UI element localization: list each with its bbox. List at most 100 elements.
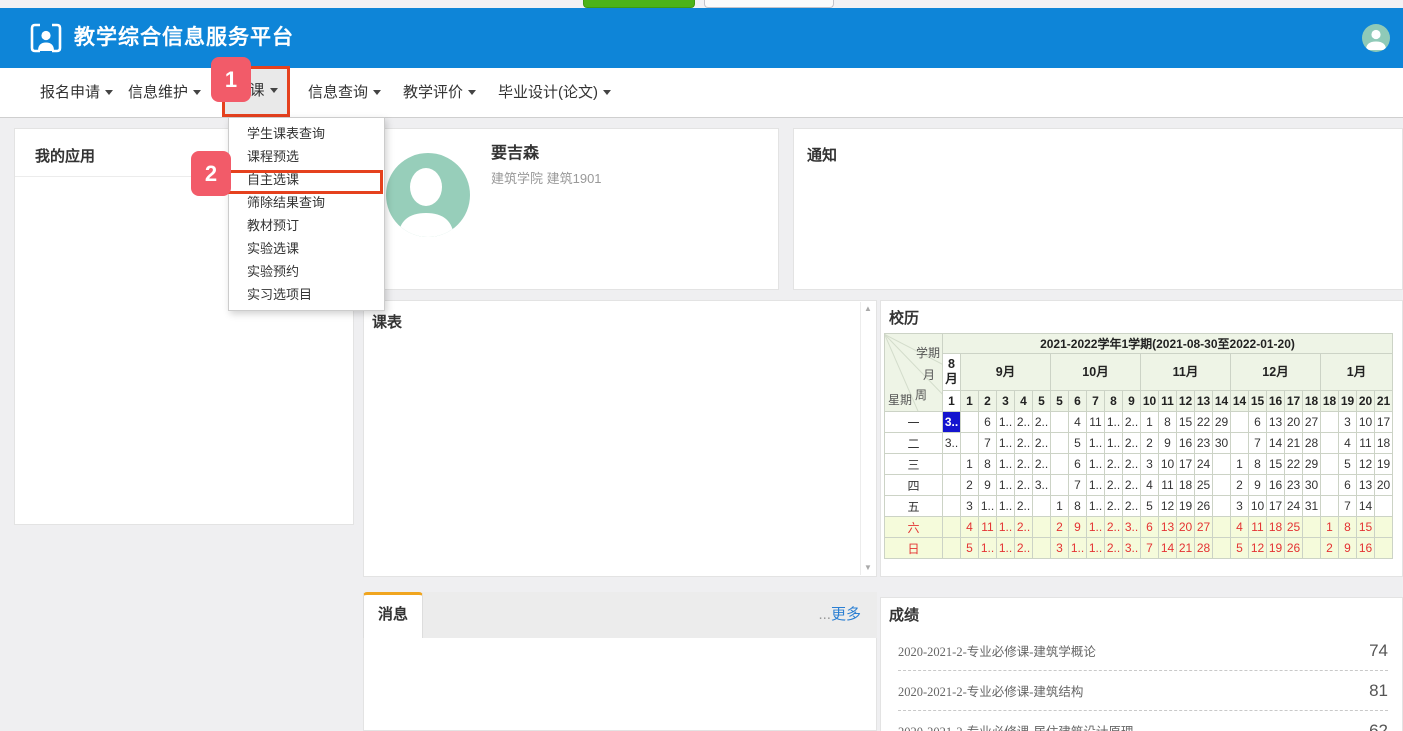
calendar-date-cell[interactable]: 15 [1177,412,1195,433]
calendar-date-cell[interactable]: 2 [1051,517,1069,538]
calendar-date-cell[interactable]: 2.. [1015,454,1033,475]
calendar-date-cell[interactable]: 2.. [1123,496,1141,517]
calendar-date-cell[interactable] [1051,454,1069,475]
dropdown-item[interactable]: 实验预约 [229,260,384,283]
calendar-date-cell[interactable]: 16 [1267,475,1285,496]
calendar-date-cell[interactable]: 17 [1267,496,1285,517]
calendar-date-cell[interactable]: 2.. [1123,475,1141,496]
calendar-date-cell[interactable]: 23 [1285,475,1303,496]
calendar-date-cell[interactable]: 11 [1249,517,1267,538]
calendar-date-cell[interactable]: 7 [1339,496,1357,517]
calendar-week-cell[interactable]: 5 [1051,391,1069,412]
user-avatar[interactable] [1362,24,1390,52]
calendar-week-cell[interactable]: 20 [1357,391,1375,412]
calendar-date-cell[interactable]: 9 [1249,475,1267,496]
calendar-week-cell[interactable]: 19 [1339,391,1357,412]
calendar-date-cell[interactable]: 13 [1357,475,1375,496]
calendar-date-cell[interactable] [1051,412,1069,433]
calendar-date-cell[interactable]: 23 [1195,433,1213,454]
nav-item-grad-design[interactable]: 毕业设计(论文) [498,68,611,117]
calendar-week-cell[interactable]: 3 [997,391,1015,412]
calendar-date-cell[interactable]: 9 [1069,517,1087,538]
calendar-date-cell[interactable]: 2.. [1123,433,1141,454]
calendar-date-cell[interactable]: 1.. [1087,454,1105,475]
calendar-date-cell[interactable]: 2.. [1015,496,1033,517]
dropdown-item[interactable]: 实习选项目 [229,283,384,306]
calendar-date-cell[interactable]: 25 [1285,517,1303,538]
calendar-date-cell[interactable] [1303,538,1321,559]
grade-row[interactable]: 2020-2021-2-专业必修课-建筑学概论 74 [898,631,1388,671]
calendar-date-cell[interactable]: 1.. [979,538,997,559]
calendar-date-cell[interactable]: 2.. [1033,433,1051,454]
calendar-date-cell[interactable]: 8 [1249,454,1267,475]
calendar-date-cell[interactable]: 22 [1195,412,1213,433]
calendar-date-cell[interactable]: 2.. [1123,412,1141,433]
calendar-week-cell[interactable]: 2 [979,391,997,412]
calendar-week-cell[interactable]: 6 [1069,391,1087,412]
calendar-date-cell[interactable]: 1.. [997,496,1015,517]
dropdown-item[interactable]: 筛除结果查询 [229,191,384,214]
calendar-date-cell[interactable] [943,475,961,496]
calendar-date-cell[interactable]: 31 [1303,496,1321,517]
calendar-date-cell[interactable]: 3 [961,496,979,517]
calendar-date-cell[interactable]: 2.. [1015,412,1033,433]
calendar-date-cell[interactable]: 1 [1231,454,1249,475]
calendar-week-cell[interactable]: 21 [1375,391,1393,412]
calendar-date-cell[interactable]: 16 [1357,538,1375,559]
calendar-week-cell[interactable]: 11 [1159,391,1177,412]
calendar-date-cell[interactable]: 3.. [1123,517,1141,538]
calendar-date-cell[interactable] [1213,538,1231,559]
calendar-date-cell[interactable] [943,496,961,517]
calendar-date-cell[interactable]: 3.. [943,412,961,433]
calendar-date-cell[interactable] [1321,454,1339,475]
calendar-date-cell[interactable]: 6 [979,412,997,433]
calendar-date-cell[interactable]: 8 [979,454,997,475]
calendar-date-cell[interactable]: 2.. [1105,454,1123,475]
calendar-date-cell[interactable]: 2.. [1015,433,1033,454]
calendar-week-cell[interactable]: 1 [961,391,979,412]
calendar-date-cell[interactable]: 14 [1357,496,1375,517]
calendar-week-cell[interactable]: 17 [1285,391,1303,412]
calendar-date-cell[interactable]: 11 [1357,433,1375,454]
calendar-date-cell[interactable]: 4 [1231,517,1249,538]
calendar-date-cell[interactable]: 12 [1357,454,1375,475]
calendar-date-cell[interactable]: 2.. [1033,454,1051,475]
calendar-date-cell[interactable]: 3.. [1033,475,1051,496]
calendar-date-cell[interactable]: 28 [1303,433,1321,454]
calendar-week-cell[interactable]: 12 [1177,391,1195,412]
calendar-date-cell[interactable]: 2 [1231,475,1249,496]
calendar-date-cell[interactable]: 9 [1159,433,1177,454]
calendar-date-cell[interactable]: 6 [1069,454,1087,475]
grade-row[interactable]: 2020-2021-2-专业必修课-居住建筑设计原理 62 [898,711,1388,731]
calendar-date-cell[interactable]: 1.. [1087,475,1105,496]
calendar-date-cell[interactable] [1231,433,1249,454]
calendar-date-cell[interactable]: 11 [1087,412,1105,433]
calendar-date-cell[interactable]: 2.. [1105,475,1123,496]
calendar-week-cell[interactable]: 9 [1123,391,1141,412]
calendar-date-cell[interactable] [943,538,961,559]
calendar-date-cell[interactable] [1321,412,1339,433]
calendar-date-cell[interactable]: 19 [1375,454,1393,475]
calendar-date-cell[interactable]: 12 [1249,538,1267,559]
calendar-date-cell[interactable]: 6 [1141,517,1159,538]
tab-messages[interactable]: 消息 [363,592,423,638]
nav-item-info-maintain[interactable]: 信息维护 [128,68,201,117]
calendar-date-cell[interactable]: 28 [1195,538,1213,559]
scroll-up-icon[interactable]: ▲ [864,305,872,313]
calendar-date-cell[interactable]: 15 [1267,454,1285,475]
calendar-date-cell[interactable]: 20 [1285,412,1303,433]
scroll-down-icon[interactable]: ▼ [864,564,872,572]
calendar-date-cell[interactable]: 1 [1141,412,1159,433]
calendar-date-cell[interactable] [1051,475,1069,496]
dropdown-item[interactable]: 自主选课 [229,168,384,191]
calendar-date-cell[interactable]: 1.. [1105,433,1123,454]
calendar-date-cell[interactable]: 1 [1321,517,1339,538]
calendar-date-cell[interactable]: 1.. [997,412,1015,433]
calendar-date-cell[interactable]: 25 [1195,475,1213,496]
calendar-date-cell[interactable]: 19 [1177,496,1195,517]
calendar-week-cell[interactable]: 10 [1141,391,1159,412]
calendar-date-cell[interactable]: 19 [1267,538,1285,559]
calendar-date-cell[interactable]: 3 [1051,538,1069,559]
calendar-date-cell[interactable]: 21 [1177,538,1195,559]
calendar-date-cell[interactable]: 2 [961,475,979,496]
